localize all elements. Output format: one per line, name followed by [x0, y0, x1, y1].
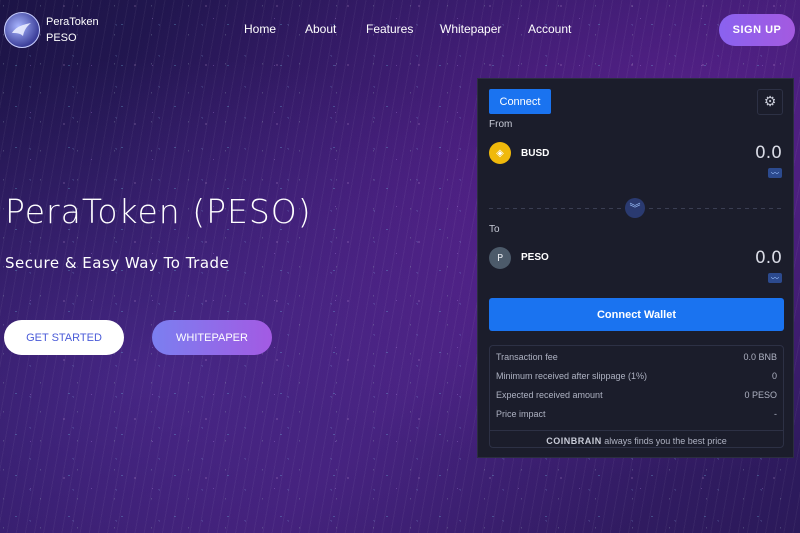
nav-home[interactable]: Home — [244, 22, 305, 36]
whitepaper-button[interactable]: WHITEPAPER — [152, 320, 272, 355]
nav-about[interactable]: About — [305, 22, 366, 36]
coinbrain-tagline: always finds you the best price — [604, 436, 727, 446]
detail-value: - — [774, 409, 777, 419]
nav-features[interactable]: Features — [366, 22, 440, 36]
detail-value: 0.0 BNB — [743, 352, 777, 362]
chart-icon[interactable]: 〰 — [768, 168, 782, 178]
brand-ticker: PESO — [46, 32, 77, 44]
hero-subtitle: Secure & Easy Way To Trade — [5, 254, 230, 272]
peso-token-icon: P — [489, 247, 511, 269]
main-menu: Home About Features Whitepaper Account — [244, 22, 571, 36]
detail-value: 0 PESO — [744, 390, 777, 400]
from-amount-input[interactable]: 0.0 — [755, 143, 782, 163]
brand-name: PeraToken PESO — [46, 14, 99, 46]
double-chevron-down-icon[interactable]: ︾ — [625, 198, 645, 218]
busd-icon: ◈ — [489, 142, 511, 164]
detail-label: Minimum received after slippage (1%) — [496, 371, 648, 381]
from-token-name[interactable]: BUSD — [521, 148, 549, 159]
detail-row: Expected received amount 0 PESO — [496, 390, 777, 400]
top-navbar: PeraToken PESO Home About Features White… — [0, 0, 800, 60]
to-token-name[interactable]: PESO — [521, 252, 549, 263]
detail-row: Transaction fee 0.0 BNB — [496, 352, 777, 362]
nav-account[interactable]: Account — [528, 22, 571, 36]
coinbrain-logo[interactable]: COINBRAIN — [546, 436, 602, 446]
detail-label: Transaction fee — [496, 352, 558, 362]
detail-label: Expected received amount — [496, 390, 603, 400]
to-label: To — [489, 224, 500, 235]
hero-title: PeraToken (PESO) — [5, 192, 312, 231]
swap-panel: Connect ⚙ From ◈ BUSD 0.0 〰 ︾ To P PESO … — [477, 78, 794, 458]
to-amount-input[interactable]: 0.0 — [755, 248, 782, 268]
chart-icon[interactable]: 〰 — [768, 273, 782, 283]
brand-title: PeraToken — [46, 16, 99, 28]
detail-row: Price impact - — [496, 409, 777, 419]
swap-details: Transaction fee 0.0 BNB Minimum received… — [489, 345, 784, 448]
brand-logo[interactable] — [4, 12, 40, 48]
from-label: From — [489, 119, 513, 130]
bird-icon — [12, 23, 31, 36]
nav-whitepaper[interactable]: Whitepaper — [440, 22, 528, 36]
detail-label: Price impact — [496, 409, 546, 419]
get-started-button[interactable]: GET STARTED — [4, 320, 124, 355]
connect-wallet-button[interactable]: Connect Wallet — [489, 298, 784, 331]
connect-button[interactable]: Connect — [489, 89, 551, 114]
gear-icon[interactable]: ⚙ — [757, 89, 783, 115]
detail-value: 0 — [771, 371, 777, 381]
signup-button[interactable]: SIGN UP — [719, 14, 795, 46]
coinbrain-footer: COINBRAIN always finds you the best pric… — [490, 430, 783, 446]
detail-row: Minimum received after slippage (1%) 0 — [496, 371, 777, 381]
